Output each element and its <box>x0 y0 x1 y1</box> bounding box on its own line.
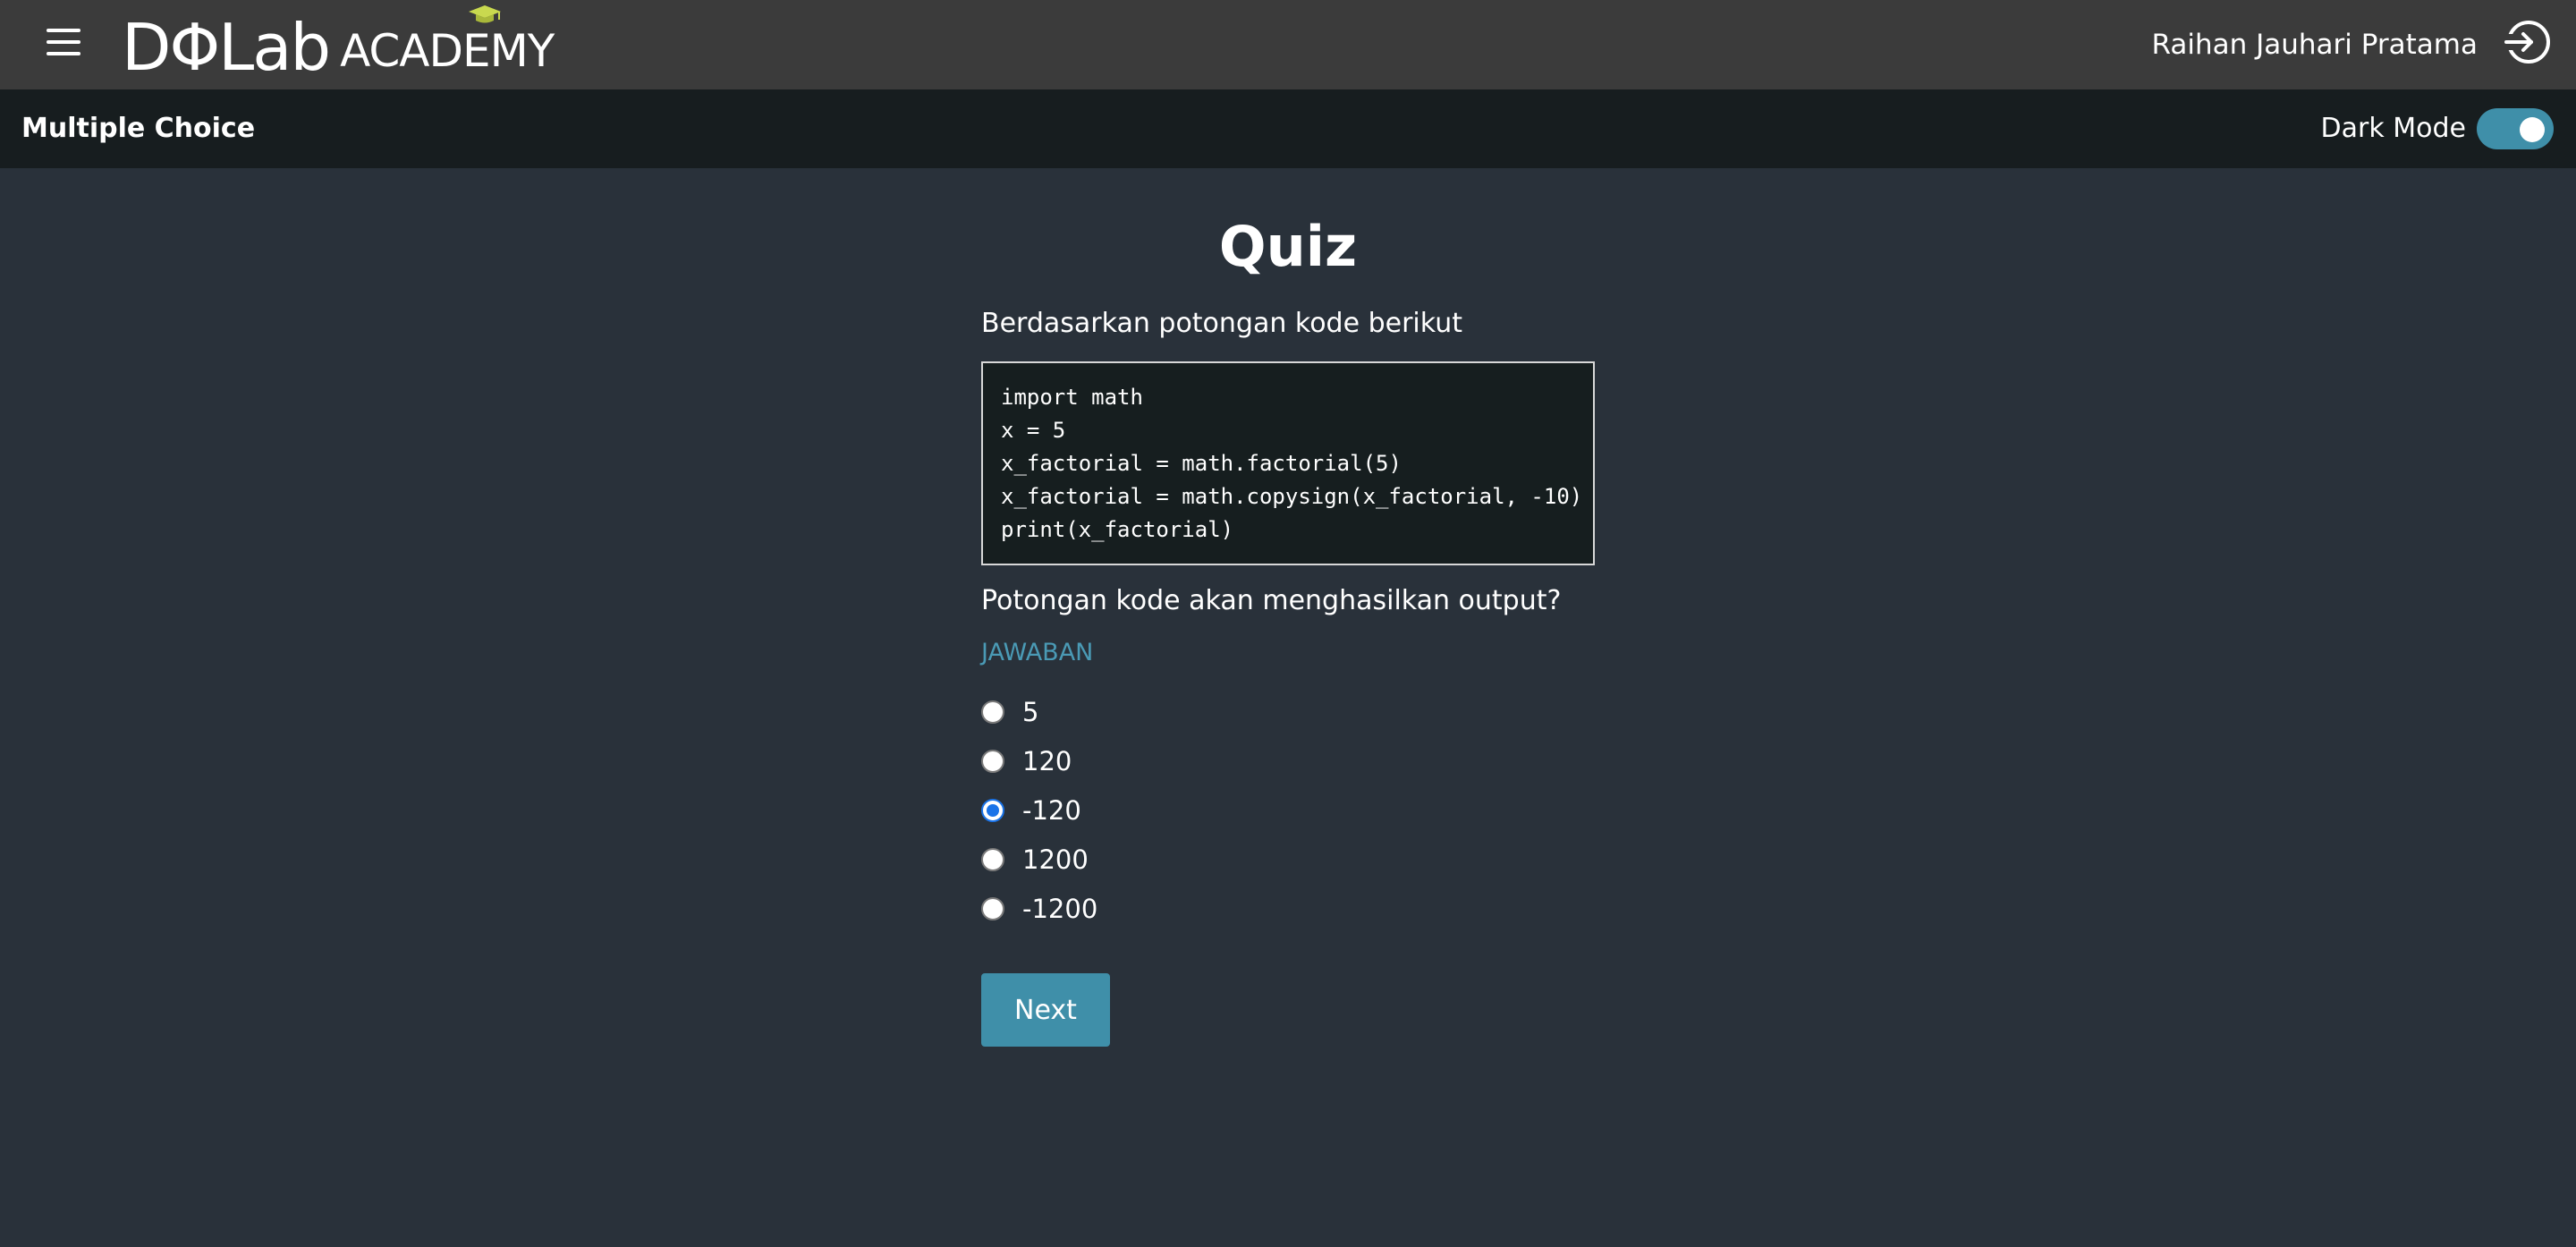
radio-button-selected[interactable] <box>981 798 1004 822</box>
question-intro: Berdasarkan potongan kode berikut <box>981 308 1462 339</box>
question-text: Potongan kode akan menghasilkan output? <box>981 585 1562 616</box>
dqlab-academy-logo[interactable]: DΦLab ACADEMY <box>122 5 555 85</box>
logout-icon[interactable] <box>2503 16 2555 68</box>
code-line: x = 5 <box>1001 418 1066 443</box>
radio-button[interactable] <box>981 896 1004 920</box>
logo-sub-text: ACADEMY <box>340 5 555 79</box>
graduation-cap-icon <box>469 5 502 23</box>
next-button[interactable]: Next <box>981 973 1110 1047</box>
option-label[interactable]: 120 <box>1022 743 1072 779</box>
option-label[interactable]: -1200 <box>1022 891 1097 927</box>
radio-button[interactable] <box>981 700 1004 724</box>
code-line: x_factorial = math.copysign(x_factorial,… <box>1001 484 1583 509</box>
answer-section-label: JAWABAN <box>981 639 1094 666</box>
page-title: Multiple Choice <box>21 113 256 144</box>
hamburger-menu-icon[interactable] <box>39 23 86 63</box>
code-line: print(x_factorial) <box>1001 517 1234 542</box>
answer-option-minus-1200[interactable]: -1200 <box>981 884 1595 933</box>
user-name[interactable]: Raihan Jauhari Pratama <box>2152 25 2479 64</box>
code-snippet-box: import math x = 5 x_factorial = math.fac… <box>981 361 1595 565</box>
option-label[interactable]: 5 <box>1022 694 1038 730</box>
dark-mode-toggle[interactable] <box>2477 108 2554 149</box>
answer-option-1200[interactable]: 1200 <box>981 835 1595 884</box>
logo-main-text: DΦLab <box>122 10 331 85</box>
answer-option-5[interactable]: 5 <box>981 687 1595 736</box>
top-app-bar: DΦLab ACADEMY Raihan Jauhari Pratama <box>0 0 2576 89</box>
quiz-title: Quiz <box>1218 214 1358 279</box>
dark-mode-label: Dark Mode <box>2320 113 2466 144</box>
logo-sub-label: ACADEMY <box>340 25 555 77</box>
code-line: x_factorial = math.factorial(5) <box>1001 451 1402 476</box>
sub-header-bar: Multiple Choice Dark Mode <box>0 89 2576 168</box>
answer-option-minus-120[interactable]: -120 <box>981 785 1595 835</box>
option-label[interactable]: -120 <box>1022 793 1081 828</box>
code-line: import math <box>1001 385 1143 410</box>
radio-button[interactable] <box>981 847 1004 871</box>
answer-options: 5 120 -120 1200 -1200 <box>981 687 1595 933</box>
answer-option-120[interactable]: 120 <box>981 736 1595 785</box>
toggle-knob <box>2520 117 2545 142</box>
option-label[interactable]: 1200 <box>1022 842 1089 878</box>
radio-button[interactable] <box>981 749 1004 773</box>
